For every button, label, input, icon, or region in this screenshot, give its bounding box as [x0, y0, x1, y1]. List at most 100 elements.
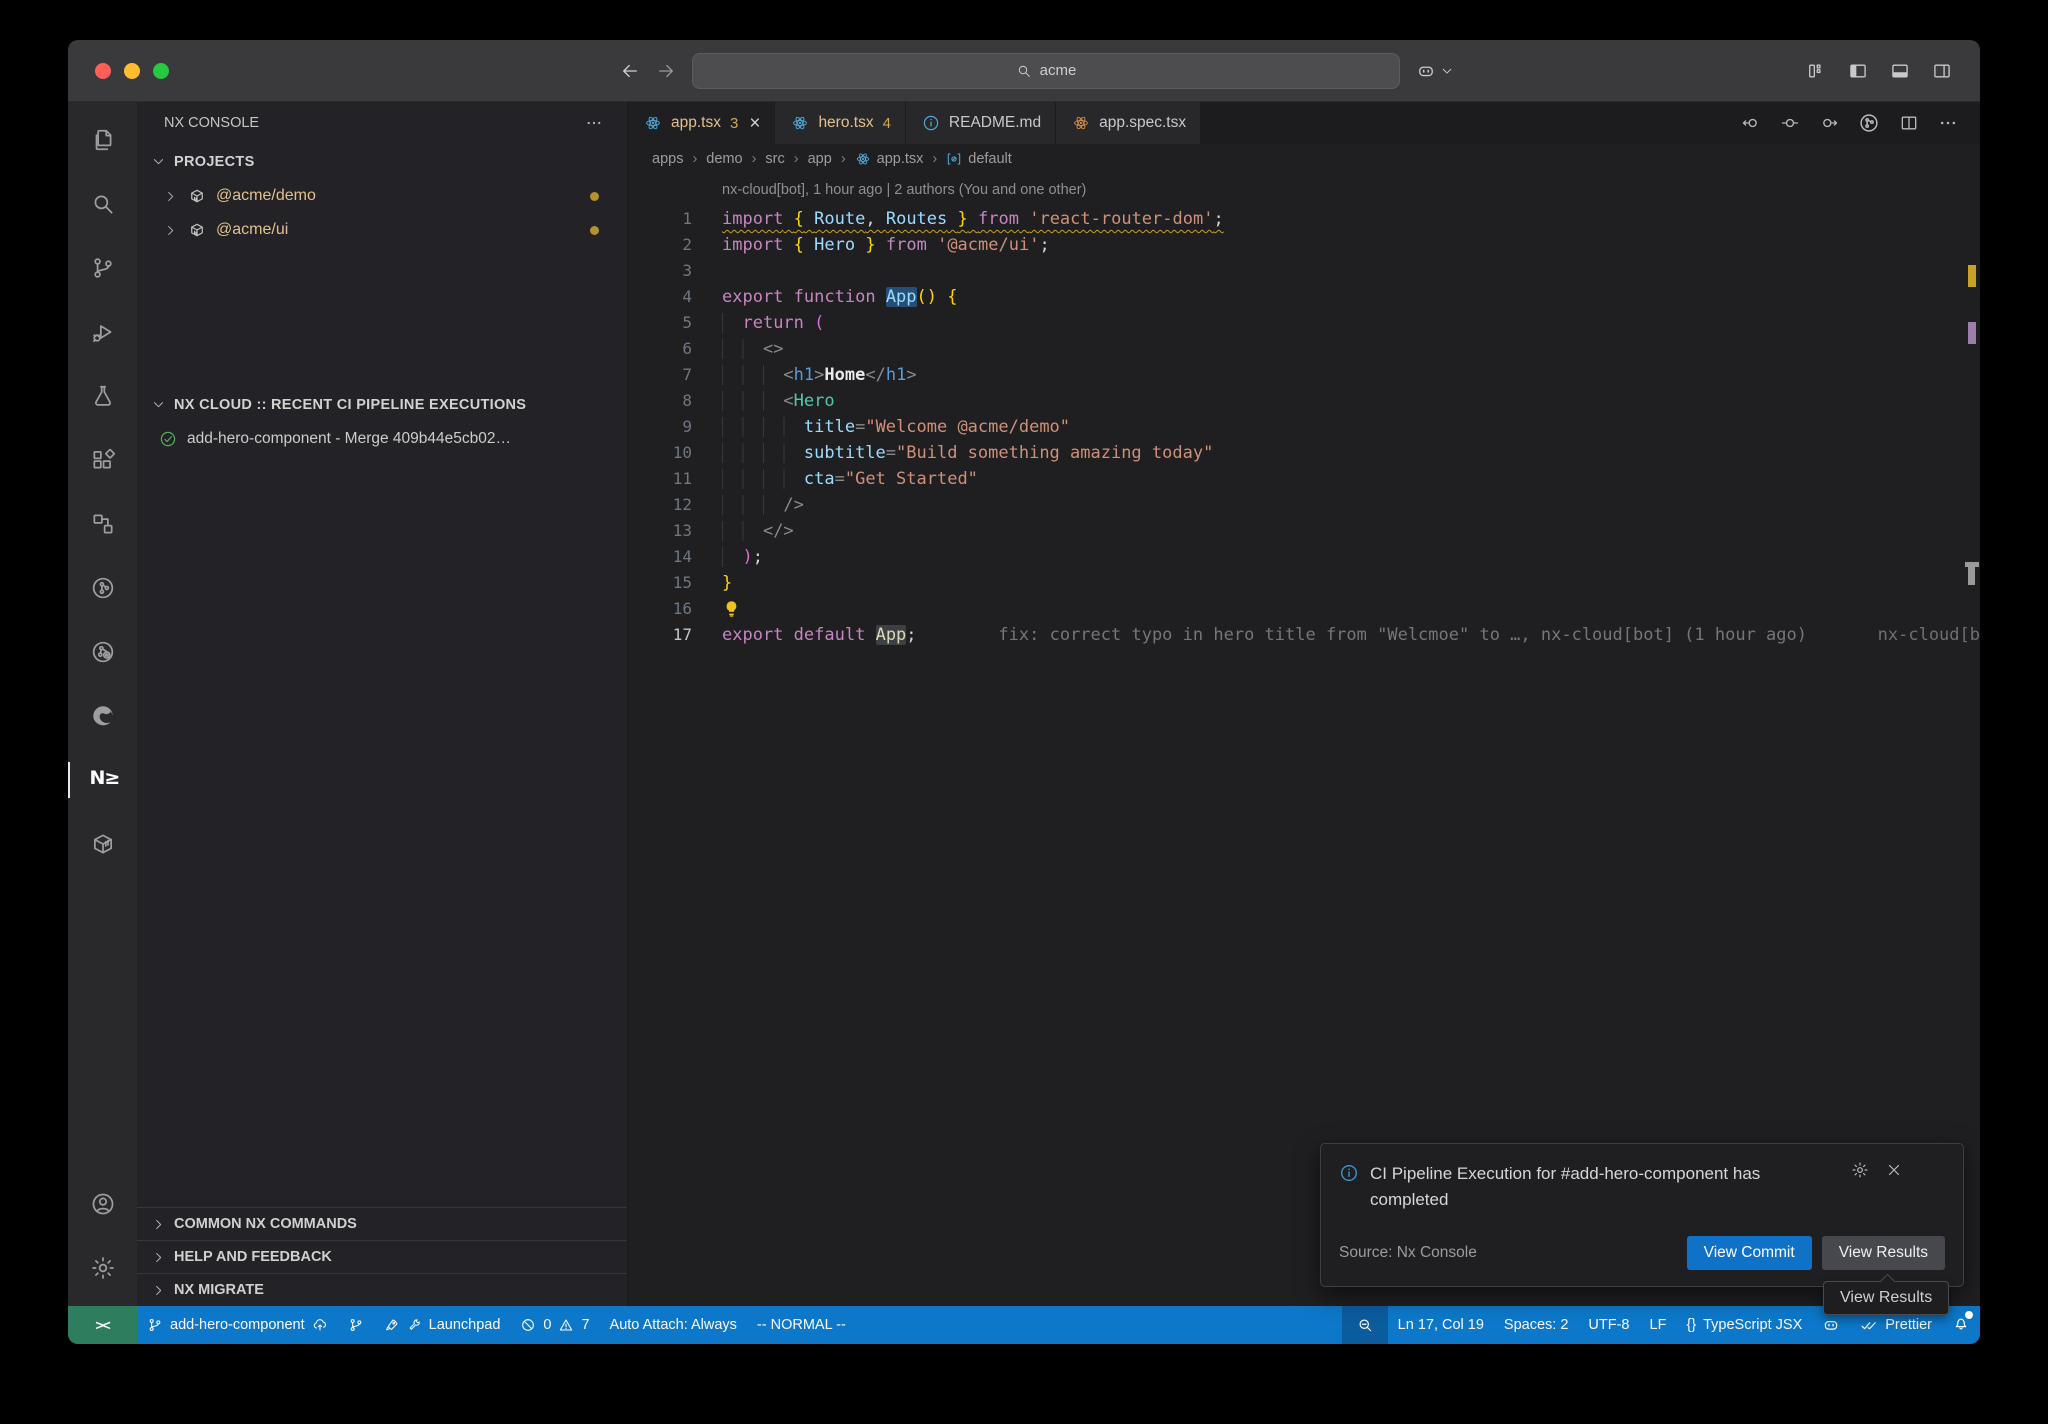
auto-attach-button[interactable]: Auto Attach: Always [600, 1306, 747, 1344]
run-graph-icon[interactable] [1858, 112, 1880, 134]
activity-item-source-control[interactable] [68, 236, 137, 300]
git-graph-button[interactable] [338, 1306, 374, 1344]
close-window-button[interactable] [95, 63, 111, 79]
line-number[interactable]: 2 [628, 232, 692, 258]
eol-button[interactable]: LF [1640, 1306, 1677, 1344]
line-number[interactable]: 5 [628, 310, 692, 336]
record-step-icon[interactable] [1780, 113, 1800, 133]
tab-README.md[interactable]: README.md [906, 102, 1055, 144]
breadcrumb-item-app[interactable]: app [808, 151, 832, 167]
activity-item-extensions[interactable] [68, 428, 137, 492]
section-nx-migrate[interactable]: NX MIGRATE [137, 1273, 627, 1306]
code-line[interactable]: 6 <> [628, 336, 1980, 362]
customize-layout-icon[interactable] [1806, 61, 1826, 81]
code-line[interactable]: 2import { Hero } from '@acme/ui'; [628, 232, 1980, 258]
zoom-window-button[interactable] [153, 63, 169, 79]
breadcrumb-item-default[interactable]: default [946, 151, 1012, 167]
breadcrumb[interactable]: apps›demo›src›app›app.tsx›default [628, 144, 1980, 174]
code-line[interactable]: 17export default App; fix: correct typo … [628, 622, 1980, 648]
view-results-button[interactable]: View Results [1822, 1236, 1945, 1270]
breadcrumb-item-src[interactable]: src [765, 151, 784, 167]
activity-item-accounts[interactable] [68, 1172, 137, 1236]
history-back-icon[interactable] [620, 61, 640, 81]
tab-app.spec.tsx[interactable]: app.spec.tsx [1056, 102, 1200, 144]
code-editor[interactable]: nx-cloud[bot], 1 hour ago | 2 authors (Y… [628, 174, 1980, 1306]
nx-cloud-section-header[interactable]: NX CLOUD :: RECENT CI PIPELINE EXECUTION… [137, 387, 627, 422]
activity-item-testing[interactable] [68, 364, 137, 428]
line-number[interactable]: 10 [628, 440, 692, 466]
activity-item-edge-tools[interactable] [68, 684, 137, 748]
view-commit-button[interactable]: View Commit [1687, 1236, 1812, 1270]
copilot-icon[interactable] [1416, 61, 1436, 81]
code-line[interactable]: 12 /> [628, 492, 1980, 518]
tab-app.tsx[interactable]: app.tsx3× [628, 102, 774, 144]
lightbulb-icon[interactable] [722, 599, 741, 618]
line-number[interactable]: 8 [628, 388, 692, 414]
chevron-down-icon[interactable] [1440, 64, 1454, 78]
project-item-acme-demo[interactable]: @acme/demo [137, 179, 627, 213]
code-line[interactable]: 7 <h1>Home</h1> [628, 362, 1980, 388]
code-line[interactable]: 10 subtitle="Build something amazing tod… [628, 440, 1980, 466]
split-editor-icon[interactable] [1899, 113, 1919, 133]
code-line[interactable]: 14 ); [628, 544, 1980, 570]
line-number[interactable]: 3 [628, 258, 692, 284]
cursor-position-button[interactable]: Ln 17, Col 19 [1388, 1306, 1494, 1344]
toggle-secondary-sidebar-icon[interactable] [1932, 61, 1952, 81]
activity-item-settings[interactable] [68, 1236, 137, 1300]
code-line[interactable]: 16 [628, 596, 1980, 622]
line-number[interactable]: 9 [628, 414, 692, 440]
line-number[interactable]: 11 [628, 466, 692, 492]
tab-hero.tsx[interactable]: hero.tsx4 [775, 102, 904, 144]
toggle-panel-icon[interactable] [1890, 61, 1910, 81]
activity-item-containers[interactable] [68, 812, 137, 876]
code-line[interactable]: 9 title="Welcome @acme/demo" [628, 414, 1980, 440]
pipeline-execution-item[interactable]: add-hero-component - Merge 409b44e5cb02… [137, 422, 627, 456]
code-line[interactable]: 1import { Route, Routes } from 'react-ro… [628, 206, 1980, 232]
code-line[interactable]: 3 [628, 258, 1980, 284]
indentation-button[interactable]: Spaces: 2 [1494, 1306, 1579, 1344]
problems-button[interactable]: 0 7 [510, 1306, 599, 1344]
line-number[interactable]: 16 [628, 596, 692, 622]
minimize-window-button[interactable] [124, 63, 140, 79]
more-actions-icon[interactable] [1938, 113, 1958, 133]
activity-item-references[interactable] [68, 492, 137, 556]
breadcrumb-item-app.tsx[interactable]: app.tsx [855, 151, 924, 167]
more-actions-icon[interactable] [585, 114, 603, 132]
code-line[interactable]: 5 return ( [628, 310, 1980, 336]
launchpad-button[interactable]: Launchpad [374, 1306, 511, 1344]
line-number[interactable]: 4 [628, 284, 692, 310]
close-tab-icon[interactable]: × [749, 114, 760, 133]
section-help-and-feedback[interactable]: HELP AND FEEDBACK [137, 1240, 627, 1273]
navigate-forward-icon[interactable] [1819, 113, 1839, 133]
project-item-acme-ui[interactable]: @acme/ui [137, 213, 627, 247]
encoding-button[interactable]: UTF-8 [1578, 1306, 1639, 1344]
line-number[interactable]: 14 [628, 544, 692, 570]
activity-item-run-and-debug[interactable] [68, 300, 137, 364]
projects-section-header[interactable]: PROJECTS [137, 144, 627, 179]
activity-item-graph-search[interactable] [68, 620, 137, 684]
code-line[interactable]: 8 <Hero [628, 388, 1980, 414]
breadcrumb-item-apps[interactable]: apps [652, 151, 683, 167]
activity-item-nx-console[interactable]: N≥ [68, 748, 137, 812]
history-forward-icon[interactable] [656, 61, 676, 81]
breadcrumb-item-demo[interactable]: demo [706, 151, 742, 167]
line-number[interactable]: 13 [628, 518, 692, 544]
line-number[interactable]: 12 [628, 492, 692, 518]
zoom-status-button[interactable] [1342, 1306, 1388, 1344]
code-line[interactable]: 4export function App() { [628, 284, 1980, 310]
section-common-nx-commands[interactable]: COMMON NX COMMANDS [137, 1207, 627, 1240]
close-icon[interactable] [1885, 1161, 1903, 1179]
line-number[interactable]: 6 [628, 336, 692, 362]
toggle-primary-sidebar-icon[interactable] [1848, 61, 1868, 81]
navigate-back-icon[interactable] [1741, 113, 1761, 133]
activity-item-explorer[interactable] [68, 108, 137, 172]
vim-mode-indicator[interactable]: -- NORMAL -- [747, 1306, 856, 1344]
git-branch-button[interactable]: add-hero-component [137, 1306, 338, 1344]
notification-settings-icon[interactable] [1851, 1161, 1869, 1179]
code-line[interactable]: 13 </> [628, 518, 1980, 544]
remote-indicator[interactable]: >< [68, 1306, 137, 1344]
command-center-search[interactable]: acme [692, 53, 1400, 89]
activity-item-pipeline-graph[interactable] [68, 556, 137, 620]
line-number[interactable]: 1 [628, 206, 692, 232]
language-mode-button[interactable]: {} TypeScript JSX [1676, 1306, 1812, 1344]
